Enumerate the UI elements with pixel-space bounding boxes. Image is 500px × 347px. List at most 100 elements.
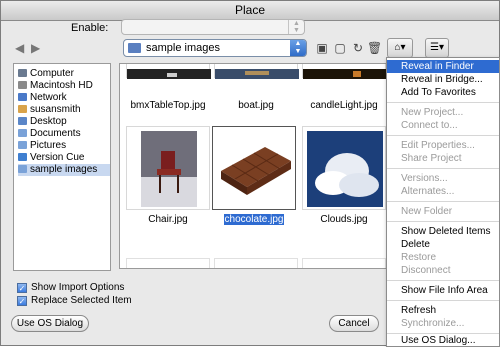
parent-folder-icon[interactable]: ▣ [315,41,329,55]
clouds-image-icon [307,131,383,207]
file-thumbnail[interactable] [126,64,211,79]
new-folder-icon[interactable]: ▢ [333,41,347,55]
show-import-options-checkbox[interactable]: ✓ Show Import Options [17,282,124,294]
menu-item-show-file-info-area[interactable]: Show File Info Area [387,284,499,297]
sidebar-item-documents[interactable]: Documents [18,128,110,140]
tools-menu-button[interactable]: ⌂▾ [387,38,413,58]
sidebar-item-pictures[interactable]: Pictures [18,140,110,152]
file-thumbnail[interactable] [302,126,386,210]
menu-item-reveal-in-finder[interactable]: Reveal in Finder [387,60,499,73]
menu-item-share-project[interactable]: Share Project [387,152,499,165]
enable-label: Enable: [71,22,109,34]
chocolate-image-icon [221,147,291,195]
menu-item-delete[interactable]: Delete [387,238,499,251]
file-name[interactable]: boat.jpg [216,100,296,111]
chair-image-icon [141,131,197,207]
bmx-image-icon [127,69,211,79]
home-icon [18,105,27,113]
selected-file-label: chocolate.jpg [223,214,285,225]
file-thumbnail[interactable] [126,258,210,268]
file-name[interactable]: candleLight.jpg [304,100,384,111]
menu-separator [387,135,499,136]
network-icon [18,93,27,101]
sidebar-item-desktop[interactable]: Desktop [18,116,110,128]
sidebar-item-label: Network [30,92,67,103]
view-menu-button[interactable]: ☰▾ [425,38,449,58]
file-thumbnail[interactable] [214,64,299,79]
computer-icon [18,69,27,77]
hard-drive-icon [18,81,27,89]
menu-item-refresh[interactable]: Refresh [387,304,499,317]
sidebar-item-label: Computer [30,68,74,79]
menu-item-add-to-favorites[interactable]: Add To Favorites [387,86,499,99]
trash-icon[interactable]: 🗑 [367,41,382,55]
sidebar-item-label: Version Cue [30,152,85,163]
sidebar-item-sample-images[interactable]: sample images [18,164,110,176]
back-arrow-icon[interactable]: ◀ [15,42,29,54]
checkbox-label: Replace Selected Item [31,295,132,306]
menu-item-restore[interactable]: Restore [387,251,499,264]
sidebar-item-susansmith[interactable]: susansmith [18,104,110,116]
menu-item-new-folder[interactable]: New Folder [387,205,499,218]
checkmark-icon: ✓ [17,283,27,293]
boat-image-icon [215,69,299,79]
path-select[interactable]: sample images ▲ ▼ [123,39,307,57]
path-value: sample images [146,42,220,54]
file-name[interactable]: Clouds.jpg [304,214,384,225]
sidebar-item-label: Desktop [30,116,67,127]
menu-item-new-project[interactable]: New Project... [387,106,499,119]
menu-item-show-deleted-items[interactable]: Show Deleted Items [387,225,499,238]
menu-item-versions[interactable]: Versions... [387,172,499,185]
file-name[interactable]: Chair.jpg [128,214,208,225]
file-browser: bmxTableTop.jpg boat.jpg candleLight.jpg [119,63,391,269]
menu-item-edit-properties[interactable]: Edit Properties... [387,139,499,152]
checkbox-label: Show Import Options [31,282,125,293]
menu-item-synchronize[interactable]: Synchronize... [387,317,499,330]
pictures-folder-icon [18,141,27,149]
file-thumbnail[interactable] [302,258,386,268]
folder-icon [128,43,141,53]
tools-context-menu: Reveal in Finder Reveal in Bridge... Add… [386,57,500,347]
window-title: Place [1,1,499,21]
replace-selected-item-checkbox[interactable]: ✓ Replace Selected Item [17,295,132,307]
version-cue-icon [18,153,27,161]
sidebar: Computer Macintosh HD Network susansmith… [13,63,111,271]
sidebar-item-network[interactable]: Network [18,92,110,104]
refresh-icon[interactable]: ↻ [351,41,365,55]
file-thumbnail[interactable] [302,64,387,79]
menu-item-connect-to[interactable]: Connect to... [387,119,499,132]
menu-item-disconnect[interactable]: Disconnect [387,264,499,277]
sidebar-item-macintosh-hd[interactable]: Macintosh HD [18,80,110,92]
file-name[interactable]: bmxTableTop.jpg [128,100,208,111]
sidebar-item-label: Pictures [30,140,67,151]
sidebar-item-version-cue[interactable]: Version Cue [18,152,110,164]
file-name-selected[interactable]: chocolate.jpg [214,214,294,225]
sidebar-item-label: Documents [30,128,81,139]
select-arrows-icon: ▲ ▼ [288,20,304,34]
sidebar-item-computer[interactable]: Computer [18,68,110,80]
menu-item-use-os-dialog[interactable]: Use OS Dialog... [387,334,499,347]
sidebar-item-label: sample images [30,164,98,175]
forward-arrow-icon[interactable]: ▶ [31,42,45,54]
select-arrows-icon: ▲ ▼ [290,40,306,56]
menu-separator [387,280,499,281]
use-os-dialog-button[interactable]: Use OS Dialog [11,315,89,332]
sidebar-item-label: Macintosh HD [30,80,93,91]
menu-separator [387,102,499,103]
cancel-button[interactable]: Cancel [329,315,379,332]
menu-separator [387,300,499,301]
menu-item-reveal-in-bridge[interactable]: Reveal in Bridge... [387,73,499,86]
menu-separator [387,221,499,222]
file-thumbnail[interactable] [214,258,298,268]
file-thumbnail-selected[interactable] [212,126,296,210]
menu-separator [387,201,499,202]
candle-image-icon [303,69,387,79]
sidebar-item-label: susansmith [30,104,81,115]
checkmark-icon: ✓ [17,296,27,306]
folder-icon [18,165,27,173]
place-dialog: Place Enable: ▲ ▼ ◀ ▶ sample images ▲ ▼ ▣ … [0,0,500,347]
enable-select[interactable]: ▲ ▼ [121,19,305,35]
file-thumbnail[interactable] [126,126,210,210]
menu-separator [387,168,499,169]
menu-item-alternates[interactable]: Alternates... [387,185,499,198]
